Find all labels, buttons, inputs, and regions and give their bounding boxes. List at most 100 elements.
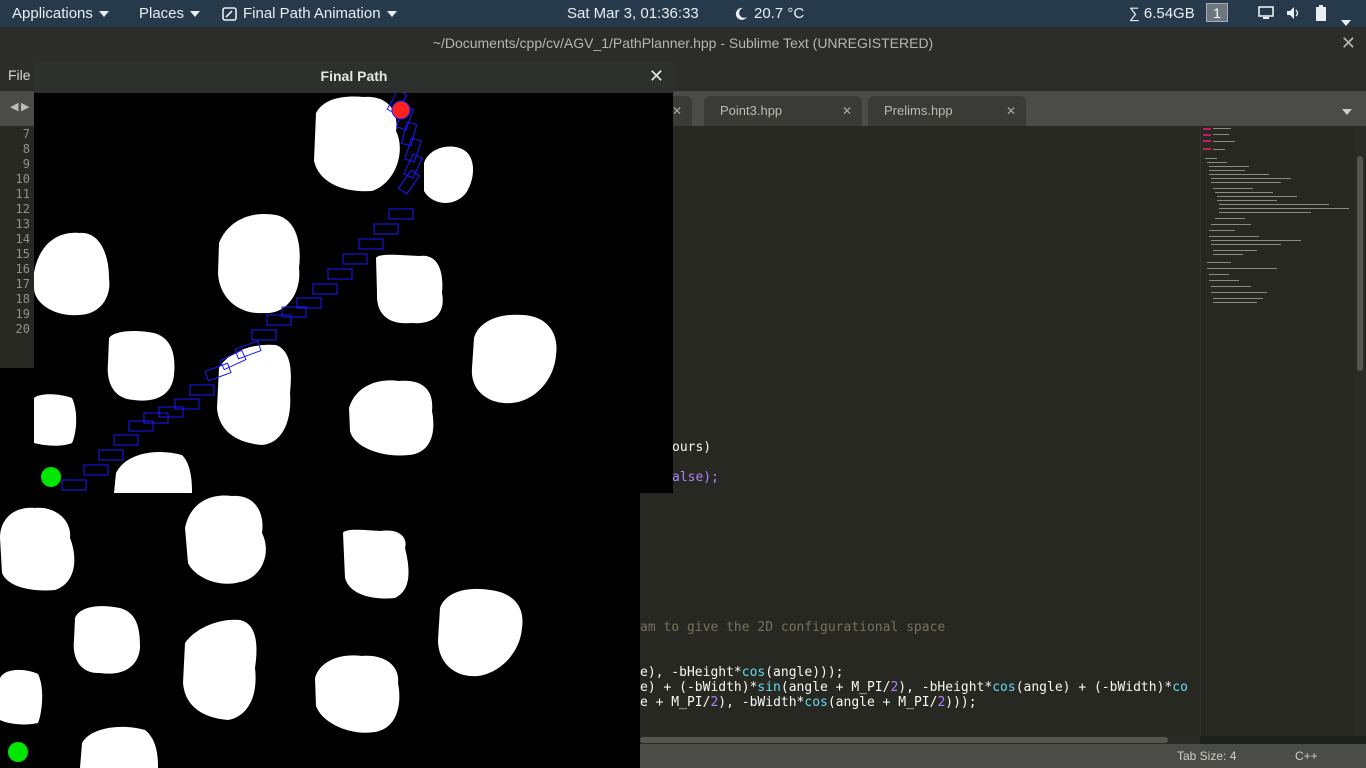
close-icon[interactable]: ✕ bbox=[842, 96, 852, 126]
close-icon[interactable]: ✕ bbox=[1006, 96, 1016, 126]
line-number: 15 bbox=[15, 247, 30, 261]
obstacle bbox=[438, 588, 523, 677]
tab-label: Prelims.hpp bbox=[884, 103, 953, 118]
path-box bbox=[373, 223, 399, 235]
clock[interactable]: Sat Mar 3, 01:36:33 bbox=[567, 0, 699, 27]
applications-menu[interactable]: Applications bbox=[12, 0, 109, 27]
chevron-down-icon bbox=[190, 11, 201, 18]
close-icon[interactable]: ✕ bbox=[649, 62, 664, 91]
path-box bbox=[98, 449, 124, 461]
code-token: co bbox=[1172, 680, 1188, 695]
horizontal-scrollbar[interactable] bbox=[640, 736, 1200, 744]
scroll-thumb[interactable] bbox=[640, 737, 1168, 743]
obstacle bbox=[424, 146, 474, 203]
code-token: (angle))); bbox=[765, 665, 844, 680]
code-line: e) + (-bWidth)*sin(angle + M_PI/2), -bHe… bbox=[640, 680, 1188, 695]
code-line: e), -bHeight*cos(angle))); bbox=[640, 665, 844, 680]
tab-size-indicator[interactable]: Tab Size: 4 bbox=[1177, 744, 1236, 768]
sublime-window-title: ~/Documents/cpp/cv/AGV_1/PathPlanner.hpp… bbox=[0, 27, 1366, 60]
scroll-thumb[interactable] bbox=[1357, 156, 1363, 371]
tab-scroll-right-icon[interactable]: ▶ bbox=[21, 100, 29, 113]
path-box bbox=[189, 384, 215, 396]
line-number: 8 bbox=[22, 142, 30, 156]
line-number: 10 bbox=[15, 172, 30, 186]
weather-temp: 20.7 °C bbox=[754, 5, 805, 22]
code-line: ours) bbox=[672, 440, 712, 455]
line-number: 17 bbox=[15, 277, 30, 291]
vertical-scrollbar[interactable] bbox=[1354, 126, 1366, 736]
code-comment: am to give the 2D configurational space bbox=[640, 620, 946, 635]
volume-icon[interactable] bbox=[1286, 6, 1302, 21]
obstacle bbox=[73, 606, 140, 674]
start-marker bbox=[8, 742, 28, 762]
path-box bbox=[83, 464, 109, 476]
obstacle bbox=[349, 380, 434, 456]
final-path-canvas bbox=[34, 93, 673, 493]
minimap[interactable] bbox=[1200, 126, 1355, 736]
obstacle bbox=[114, 452, 192, 493]
code-token: e), -bHeight* bbox=[640, 665, 742, 680]
code-token: cos bbox=[741, 665, 766, 680]
battery-icon[interactable] bbox=[1316, 5, 1326, 22]
top-panel: Applications Places Final Path Animation… bbox=[0, 0, 1366, 27]
path-box bbox=[342, 253, 368, 265]
path-box bbox=[327, 268, 353, 280]
tab-list-chevron-icon[interactable] bbox=[1342, 103, 1352, 121]
obstacle bbox=[34, 394, 77, 446]
workspace-indicator[interactable]: 1 bbox=[1206, 3, 1228, 24]
obstacle bbox=[471, 314, 557, 404]
code-line: alse); bbox=[672, 470, 719, 485]
code-token: (angle + M_PI/ bbox=[827, 695, 938, 710]
code-token: cos bbox=[804, 695, 828, 710]
chevron-down-icon bbox=[386, 11, 397, 18]
line-number: 19 bbox=[15, 307, 30, 321]
weather-indicator[interactable]: 20.7 °C bbox=[734, 0, 804, 27]
code-token: ))); bbox=[945, 695, 977, 710]
final-path-titlebar[interactable]: Final Path ✕ bbox=[34, 62, 674, 93]
code-token: cos bbox=[992, 680, 1016, 695]
memory-indicator[interactable]: ∑ 6.54GB bbox=[1129, 0, 1195, 27]
close-icon[interactable]: ✕ bbox=[672, 96, 682, 126]
code-token: ), -bWidth* bbox=[718, 695, 805, 710]
status-bar: Tab Size: 4 C++ bbox=[640, 744, 1366, 768]
code-token: ), -bHeight* bbox=[898, 680, 993, 695]
line-number: 13 bbox=[15, 217, 30, 231]
path-box bbox=[403, 153, 423, 179]
obstacle bbox=[80, 726, 158, 768]
sublime-close-icon[interactable]: ✕ bbox=[1341, 27, 1356, 60]
obstacle bbox=[315, 655, 400, 733]
active-app-menu[interactable]: Final Path Animation bbox=[222, 0, 397, 27]
obstacle bbox=[343, 529, 409, 599]
window-icon bbox=[222, 7, 237, 21]
active-app-label: Final Path Animation bbox=[243, 5, 381, 22]
minimap-lines bbox=[1203, 128, 1349, 303]
line-number: 11 bbox=[15, 187, 30, 201]
system-menu-chevron-icon[interactable] bbox=[1341, 9, 1351, 27]
path-box bbox=[312, 283, 338, 295]
path-box bbox=[404, 137, 422, 163]
line-number: 18 bbox=[15, 292, 30, 306]
start-marker bbox=[41, 467, 61, 487]
obstacle bbox=[107, 330, 175, 401]
tab-prelims[interactable]: Prelims.hpp ✕ bbox=[868, 96, 1026, 126]
tab-scroll-left-icon[interactable]: ◀ bbox=[10, 100, 18, 113]
line-number: 12 bbox=[15, 202, 30, 216]
code-token: e + M_PI/ bbox=[640, 695, 711, 710]
path-box bbox=[61, 479, 87, 491]
applications-label: Applications bbox=[12, 5, 93, 22]
tab-point3[interactable]: Point3.hpp ✕ bbox=[704, 96, 862, 126]
code-token: (angle) + (-bWidth)* bbox=[1015, 680, 1173, 695]
path-box bbox=[388, 208, 414, 220]
chevron-down-icon bbox=[98, 11, 109, 18]
line-number: 9 bbox=[22, 157, 30, 171]
goal-marker bbox=[391, 100, 411, 120]
path-box bbox=[113, 434, 139, 446]
monitor-icon[interactable] bbox=[1258, 6, 1274, 21]
path-box bbox=[358, 238, 384, 250]
line-number-gutter: 7 8 9 10 11 12 13 14 15 16 17 18 19 20 bbox=[0, 126, 34, 368]
syntax-indicator[interactable]: C++ bbox=[1295, 744, 1318, 768]
moon-icon bbox=[735, 7, 747, 20]
menu-file[interactable]: File bbox=[8, 60, 31, 91]
places-menu[interactable]: Places bbox=[139, 0, 201, 27]
line-number: 7 bbox=[22, 127, 30, 141]
